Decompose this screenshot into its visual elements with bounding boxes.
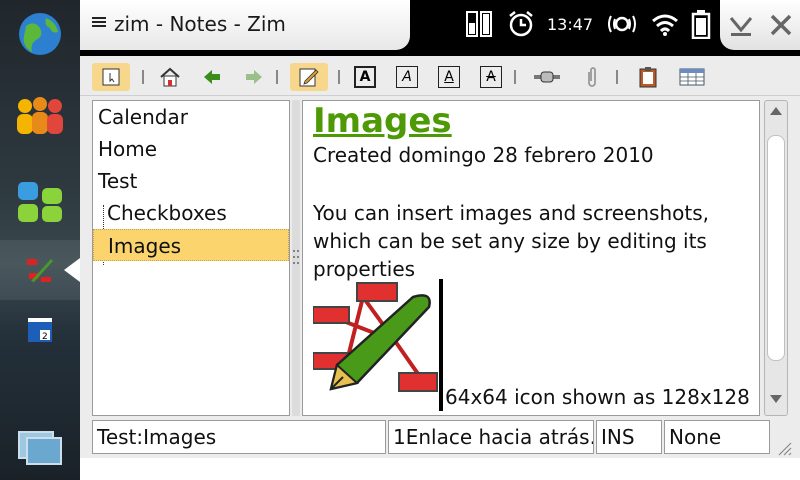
- attach-button[interactable]: [580, 65, 604, 89]
- tree-item-label: Calendar: [98, 105, 188, 129]
- italic-button[interactable]: A: [396, 66, 418, 88]
- desktop-sidebar: 2: [0, 0, 80, 480]
- window-title: zim - Notes - Zim: [114, 12, 286, 36]
- up-arrow-icon: [770, 107, 782, 115]
- tree-item-label: Checkboxes: [107, 201, 227, 225]
- strike-button[interactable]: A: [480, 66, 502, 88]
- active-app-pointer: [64, 258, 80, 282]
- task-switcher-icon[interactable]: [12, 418, 68, 474]
- zim-app-icon[interactable]: [12, 242, 68, 298]
- clipboard-button[interactable]: [636, 65, 660, 89]
- created-date: Created domingo 28 febrero 2010: [313, 143, 654, 167]
- edit-button[interactable]: [290, 63, 328, 91]
- status-bar: Test:Images 1Enlace hacia atrás... INS N…: [80, 418, 800, 458]
- tree-item-label: Images: [108, 234, 182, 258]
- resize-grip-icon[interactable]: [774, 438, 792, 456]
- scroll-thumb[interactable]: [767, 135, 785, 361]
- toolbar-separator: [338, 70, 340, 84]
- style-selector[interactable]: None: [664, 420, 770, 454]
- page-path: Test:Images: [92, 420, 386, 454]
- page-editor[interactable]: Images Created domingo 28 febrero 2010 Y…: [302, 100, 760, 416]
- link-icon: [534, 71, 560, 83]
- toolbar-separator: [616, 70, 618, 84]
- underline-icon: A: [444, 69, 454, 85]
- title-bar: zim - Notes - Zim 13:47: [80, 0, 800, 56]
- page-menu-button[interactable]: [92, 63, 130, 91]
- tree-item-calendar[interactable]: Calendar: [93, 101, 289, 133]
- zim-logo-icon: [312, 282, 438, 392]
- backlinks-button[interactable]: 1Enlace hacia atrás...: [388, 420, 594, 454]
- insert-mode-indicator: INS: [596, 420, 662, 454]
- editor-scrollbar[interactable]: [764, 100, 788, 416]
- clipboard-icon: [639, 67, 657, 88]
- table-icon: [679, 68, 705, 86]
- volume-icon: [608, 15, 637, 33]
- title-tab[interactable]: zim - Notes - Zim: [80, 0, 410, 50]
- back-button[interactable]: [200, 65, 224, 89]
- toolbar-separator: [514, 70, 516, 84]
- forward-button[interactable]: [242, 65, 266, 89]
- window-bottom-edge: [80, 458, 800, 480]
- back-icon: [204, 70, 220, 84]
- clock: 13:47: [547, 14, 594, 34]
- calendar-app-icon[interactable]: 2: [12, 302, 68, 358]
- scroll-up-button[interactable]: [767, 105, 785, 125]
- bold-icon: A: [359, 69, 371, 85]
- grip-icon: [293, 250, 299, 264]
- pane-splitter[interactable]: [292, 100, 300, 416]
- attach-icon: [588, 67, 596, 87]
- minimize-icon[interactable]: [728, 12, 754, 38]
- embedded-zim-icon-image[interactable]: [312, 281, 439, 407]
- down-arrow-icon: [770, 395, 782, 403]
- page-heading: Images: [313, 101, 452, 141]
- edit-icon: [299, 68, 319, 87]
- page-index-tree[interactable]: Calendar Home Test Checkboxes Images: [92, 100, 290, 416]
- svg-text:2: 2: [42, 332, 48, 342]
- tree-item-home[interactable]: Home: [93, 133, 289, 165]
- close-icon[interactable]: [769, 13, 793, 37]
- tree-item-test[interactable]: Test: [93, 165, 289, 197]
- body-line-3: properties: [313, 257, 416, 281]
- main-content: Calendar Home Test Checkboxes Images Ima…: [80, 96, 800, 418]
- toolbar-separator: [142, 70, 144, 84]
- body-line-2: which can be set any size by editing its: [313, 229, 707, 253]
- page-menu-icon: [102, 68, 120, 86]
- wifi-icon: [652, 14, 679, 36]
- underline-button[interactable]: A: [438, 66, 460, 88]
- forward-icon: [246, 70, 262, 84]
- body-line-1: You can insert images and screenshots,: [313, 201, 709, 225]
- toolbar-separator: [276, 70, 278, 84]
- home-icon: [160, 67, 180, 87]
- tree-item-images[interactable]: Images: [93, 229, 289, 261]
- globe-icon[interactable]: [12, 6, 68, 62]
- window-controls: [720, 0, 800, 50]
- scroll-down-button[interactable]: [767, 393, 785, 413]
- alarm-icon: [509, 11, 533, 37]
- menu-icon[interactable]: [92, 17, 106, 31]
- toolbar: A A A A: [80, 56, 800, 96]
- presence-icon: [466, 11, 492, 37]
- applications-icon[interactable]: [12, 174, 68, 230]
- app-window: zim - Notes - Zim 13:47 A A A A Calendar…: [80, 0, 800, 480]
- contacts-icon[interactable]: [12, 88, 68, 144]
- text-cursor: [439, 279, 443, 411]
- battery-icon: [691, 10, 711, 39]
- strike-icon: A: [486, 69, 496, 85]
- link-button[interactable]: [532, 65, 562, 89]
- italic-icon: A: [402, 69, 412, 85]
- home-button[interactable]: [158, 65, 182, 89]
- table-button[interactable]: [678, 65, 706, 89]
- image-caption: 64x64 icon shown as 128x128: [445, 385, 750, 409]
- tree-item-label: Home: [98, 137, 158, 161]
- bold-button[interactable]: A: [354, 66, 376, 88]
- status-area[interactable]: 13:47: [465, 4, 711, 44]
- tree-item-checkboxes[interactable]: Checkboxes: [93, 197, 289, 229]
- tree-item-label: Test: [98, 169, 138, 193]
